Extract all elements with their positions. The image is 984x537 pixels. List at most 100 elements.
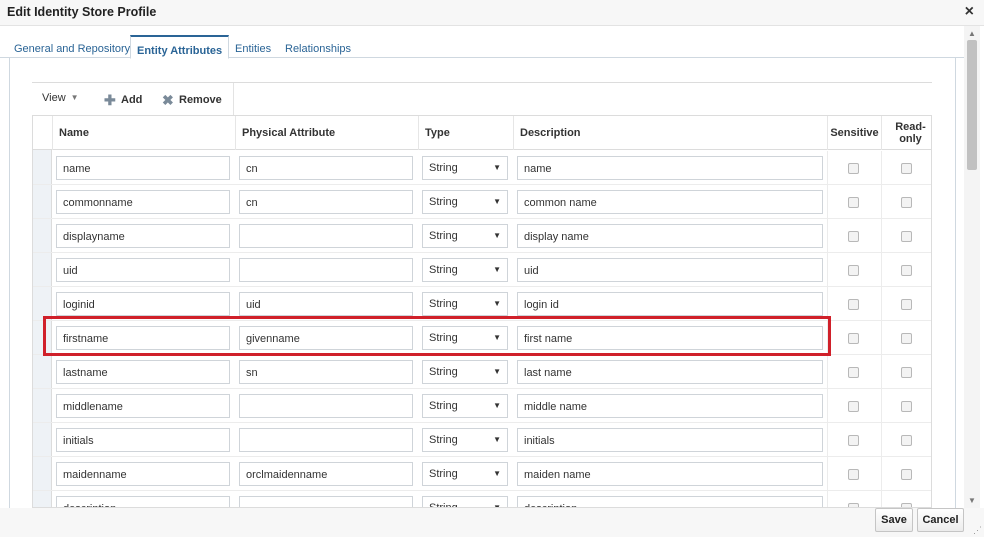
- physical-attribute-field[interactable]: orclmaidenname: [239, 462, 413, 486]
- description-field[interactable]: uid: [517, 258, 823, 282]
- view-menu[interactable]: View ▼: [42, 92, 79, 104]
- column-divider: [881, 457, 882, 491]
- column-header-read-only[interactable]: Read-only: [881, 116, 931, 150]
- read-only-checkbox[interactable]: [901, 401, 912, 412]
- description-field[interactable]: last name: [517, 360, 823, 384]
- physical-attribute-field[interactable]: cn: [239, 190, 413, 214]
- description-field[interactable]: display name: [517, 224, 823, 248]
- name-field[interactable]: lastname: [56, 360, 230, 384]
- sensitive-checkbox[interactable]: [848, 231, 859, 242]
- description-field[interactable]: common name: [517, 190, 823, 214]
- type-select-value: String: [429, 400, 458, 412]
- tab-entities[interactable]: Entities: [235, 43, 271, 55]
- table-row[interactable]: name cn String ▼ name: [33, 151, 931, 185]
- type-select[interactable]: String ▼: [422, 190, 508, 214]
- description-field[interactable]: initials: [517, 428, 823, 452]
- column-header-physical-attribute[interactable]: Physical Attribute: [235, 116, 418, 150]
- table-row[interactable]: middlename String ▼ middle name: [33, 389, 931, 423]
- name-field[interactable]: middlename: [56, 394, 230, 418]
- type-select[interactable]: String ▼: [422, 224, 508, 248]
- name-field[interactable]: displayname: [56, 224, 230, 248]
- physical-attribute-field[interactable]: [239, 258, 413, 282]
- physical-attribute-field[interactable]: [239, 394, 413, 418]
- table-row[interactable]: maidenname orclmaidenname String ▼ maiden na…: [33, 457, 931, 491]
- physical-attribute-field[interactable]: sn: [239, 360, 413, 384]
- type-select-value: String: [429, 230, 458, 242]
- read-only-checkbox[interactable]: [901, 367, 912, 378]
- tab-entity-attributes[interactable]: Entity Attributes: [130, 35, 230, 59]
- type-select[interactable]: String ▼: [422, 462, 508, 486]
- physical-attribute-field[interactable]: givenname: [239, 326, 413, 350]
- physical-attribute-field[interactable]: [239, 496, 413, 507]
- save-button[interactable]: Save: [875, 508, 913, 532]
- type-select[interactable]: String ▼: [422, 326, 508, 350]
- name-field[interactable]: maidenname: [56, 462, 230, 486]
- sensitive-checkbox[interactable]: [848, 435, 859, 446]
- table-row[interactable]: description String▼ description: [33, 491, 931, 507]
- sensitive-checkbox[interactable]: [848, 401, 859, 412]
- scroll-up-icon[interactable]: ▲: [968, 29, 976, 38]
- column-header-type[interactable]: Type: [418, 116, 513, 150]
- sensitive-checkbox[interactable]: [848, 265, 859, 276]
- column-header-name[interactable]: Name: [52, 116, 235, 150]
- type-select[interactable]: String ▼: [422, 496, 508, 507]
- sensitive-checkbox[interactable]: [848, 469, 859, 480]
- physical-attribute-field[interactable]: cn: [239, 156, 413, 180]
- table-row[interactable]: displayname String ▼ display name: [33, 219, 931, 253]
- read-only-checkbox[interactable]: [901, 469, 912, 480]
- sensitive-checkbox[interactable]: [848, 367, 859, 378]
- name-field[interactable]: uid: [56, 258, 230, 282]
- type-select[interactable]: String ▼: [422, 428, 508, 452]
- type-select[interactable]: String ▼: [422, 360, 508, 384]
- sensitive-checkbox[interactable]: [848, 163, 859, 174]
- remove-button[interactable]: ✖ Remove: [162, 92, 222, 109]
- column-header-description[interactable]: Description: [513, 116, 827, 150]
- type-select[interactable]: String ▼: [422, 156, 508, 180]
- type-select[interactable]: String ▼: [422, 292, 508, 316]
- name-field[interactable]: firstname: [56, 326, 230, 350]
- name-field[interactable]: loginid: [56, 292, 230, 316]
- tab-relationships[interactable]: Relationships: [285, 43, 351, 55]
- tab-general-and-repository[interactable]: General and Repository: [14, 43, 130, 55]
- physical-attribute-field[interactable]: uid: [239, 292, 413, 316]
- vertical-scrollbar[interactable]: ▲ ▼: [964, 26, 980, 508]
- description-field[interactable]: description: [517, 496, 823, 507]
- read-only-checkbox[interactable]: [901, 299, 912, 310]
- add-button[interactable]: ✚ Add: [104, 92, 142, 109]
- type-select[interactable]: String ▼: [422, 394, 508, 418]
- description-field[interactable]: login id: [517, 292, 823, 316]
- name-field[interactable]: commonname: [56, 190, 230, 214]
- name-field[interactable]: description: [56, 496, 230, 507]
- cancel-button[interactable]: Cancel: [917, 508, 964, 532]
- sensitive-checkbox[interactable]: [848, 299, 859, 310]
- physical-attribute-field[interactable]: [239, 428, 413, 452]
- name-field[interactable]: initials: [56, 428, 230, 452]
- table-row[interactable]: initials String ▼ initials: [33, 423, 931, 457]
- description-field[interactable]: name: [517, 156, 823, 180]
- sensitive-checkbox[interactable]: [848, 333, 859, 344]
- physical-attribute-field[interactable]: [239, 224, 413, 248]
- table-row[interactable]: loginid uid String ▼ login id: [33, 287, 931, 321]
- table-row[interactable]: lastname sn String ▼ last name: [33, 355, 931, 389]
- read-only-checkbox[interactable]: [901, 163, 912, 174]
- sensitive-checkbox[interactable]: [848, 197, 859, 208]
- read-only-checkbox[interactable]: [901, 435, 912, 446]
- table-row[interactable]: firstname givenname String ▼ first name: [33, 321, 931, 355]
- description-field[interactable]: maiden name: [517, 462, 823, 486]
- read-only-checkbox[interactable]: [901, 333, 912, 344]
- description-field[interactable]: middle name: [517, 394, 823, 418]
- table-row[interactable]: commonname cn String ▼ common name: [33, 185, 931, 219]
- column-header-sensitive[interactable]: Sensitive: [827, 116, 881, 150]
- scrollbar-thumb[interactable]: [967, 40, 977, 170]
- read-only-checkbox[interactable]: [901, 197, 912, 208]
- read-only-checkbox[interactable]: [901, 231, 912, 242]
- name-field[interactable]: name: [56, 156, 230, 180]
- description-field[interactable]: first name: [517, 326, 823, 350]
- scroll-down-icon[interactable]: ▼: [968, 496, 976, 505]
- table-row[interactable]: uid String ▼ uid: [33, 253, 931, 287]
- read-only-checkbox[interactable]: [901, 265, 912, 276]
- resize-grip-icon[interactable]: ⋰: [973, 525, 982, 536]
- column-divider: [881, 491, 882, 507]
- close-icon[interactable]: ×: [965, 3, 974, 21]
- type-select[interactable]: String ▼: [422, 258, 508, 282]
